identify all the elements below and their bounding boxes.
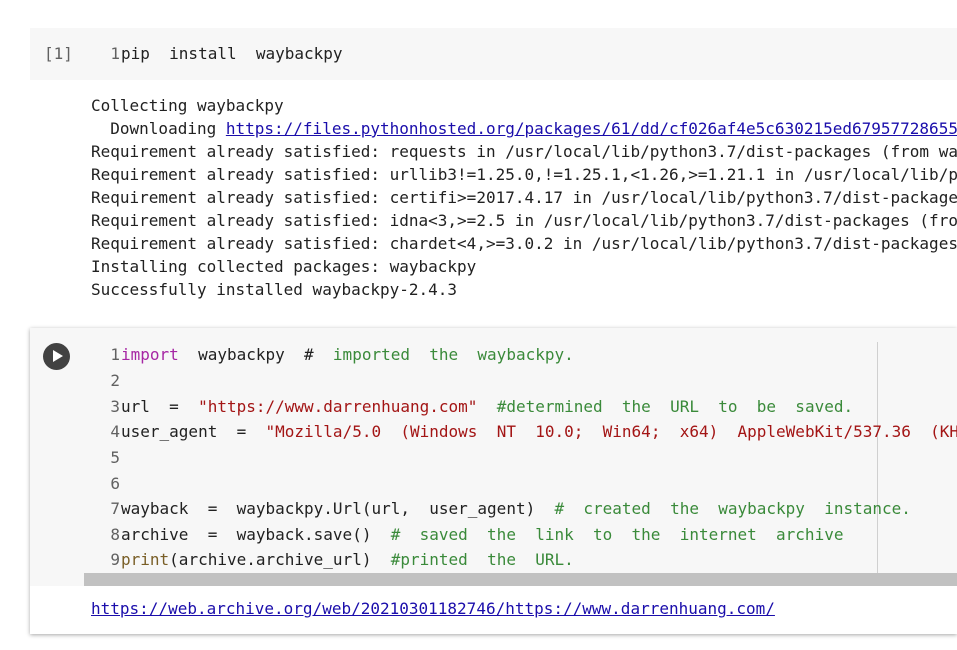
download-link[interactable]: https://files.pythonhosted.org/packages/…: [226, 119, 957, 138]
code-cell-2[interactable]: 1import waybackpy # imported the wayback…: [30, 328, 957, 634]
output-line: Successfully installed waybackpy-2.4.3: [91, 280, 458, 299]
cell-1-output: Collecting waybackpy Downloading https:/…: [91, 94, 957, 301]
comment: # created the waybackpy instance.: [554, 499, 911, 518]
notebook-page: [1] 1pip install waybackpy Collecting wa…: [0, 0, 957, 650]
code-text: waybackpy #: [178, 345, 333, 364]
output-line: Collecting waybackpy: [91, 96, 284, 115]
output-line: Installing collected packages: waybackpy: [91, 257, 477, 276]
line-number: 5: [110, 448, 120, 467]
horizontal-scrollbar[interactable]: [84, 573, 957, 586]
code-line-9[interactable]: 9print(archive.archive_url) #printed the…: [102, 550, 574, 570]
line-number: 6: [110, 474, 120, 493]
code-line-8[interactable]: 8archive = wayback.save() # saved the li…: [102, 525, 843, 545]
play-icon: [53, 350, 63, 362]
line-number: 9: [110, 550, 120, 569]
output-line: Requirement already satisfied: chardet<4…: [91, 234, 957, 253]
output-line: Requirement already satisfied: requests …: [91, 142, 957, 161]
code-line-2[interactable]: 2: [102, 371, 121, 391]
code-text: wayback = waybackpy.Url(url, user_agent): [121, 499, 555, 518]
cell-gutter: [30, 328, 84, 586]
line-number: 2: [110, 371, 120, 390]
archive-url-link[interactable]: https://web.archive.org/web/202103011827…: [91, 599, 775, 618]
string-literal: "Mozilla/5.0 (Windows NT 10.0; Win64; x6…: [265, 422, 957, 441]
line-length-ruler: [877, 342, 878, 586]
code-line-4[interactable]: 4user_agent = "Mozilla/5.0 (Windows NT 1…: [102, 422, 957, 442]
line-number: 7: [110, 499, 120, 518]
code-cell-1[interactable]: [1] 1pip install waybackpy: [30, 28, 957, 80]
comment: # saved the link to the internet archive: [390, 525, 844, 544]
code-text: url =: [121, 397, 199, 416]
code-editor[interactable]: [84, 328, 957, 586]
line-number: 3: [110, 397, 120, 416]
line-number: 8: [110, 525, 120, 544]
code-text: archive = wayback.save(): [121, 525, 391, 544]
code-line-1[interactable]: 1pip install waybackpy: [102, 44, 343, 64]
output-line: Requirement already satisfied: urllib3!=…: [91, 165, 957, 184]
execution-count: [1]: [44, 44, 73, 63]
output-line: Requirement already satisfied: certifi>=…: [91, 188, 957, 207]
code-line-6[interactable]: 6: [102, 474, 121, 494]
comment: imported the waybackpy.: [332, 345, 574, 364]
line-number: 1: [110, 345, 120, 364]
code-text: pip install waybackpy: [121, 44, 343, 63]
run-cell-button[interactable]: [43, 343, 70, 370]
output-line-download: Downloading https://files.pythonhosted.o…: [91, 117, 957, 140]
code-line-7[interactable]: 7wayback = waybackpy.Url(url, user_agent…: [102, 499, 911, 519]
output-line: Requirement already satisfied: idna<3,>=…: [91, 211, 957, 230]
code-text: (archive.archive_url): [169, 550, 391, 569]
code-text: user_agent =: [121, 422, 266, 441]
code-line-1[interactable]: 1import waybackpy # imported the wayback…: [102, 345, 574, 365]
line-number: 1: [110, 44, 120, 63]
comment: #printed the URL.: [390, 550, 574, 569]
string-literal: "https://www.darrenhuang.com": [198, 397, 478, 416]
builtin-function: print: [121, 550, 170, 569]
keyword: import: [121, 345, 179, 364]
code-line-3[interactable]: 3url = "https://www.darrenhuang.com" #de…: [102, 397, 853, 417]
comment: #determined the URL to be saved.: [477, 397, 854, 416]
cell-2-output: https://web.archive.org/web/202103011827…: [91, 599, 775, 619]
line-number: 4: [110, 422, 120, 441]
output-text: Downloading: [91, 119, 226, 138]
code-line-5[interactable]: 5: [102, 448, 121, 468]
